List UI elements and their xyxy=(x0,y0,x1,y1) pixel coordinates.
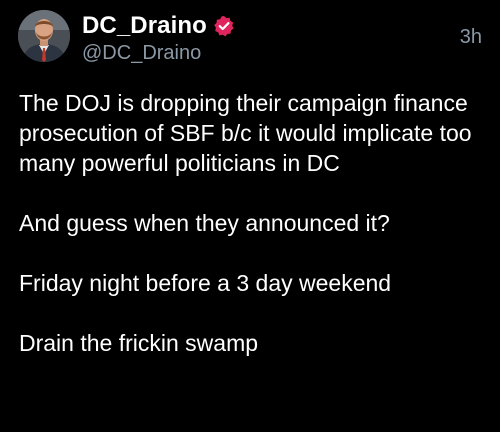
post-timestamp[interactable]: 3h xyxy=(460,26,482,49)
post-card[interactable]: DC_Draino @DC_Draino 3h The DOJ is dropp… xyxy=(0,0,500,432)
post-header: DC_Draino @DC_Draino 3h xyxy=(18,10,482,66)
post-paragraph: Drain the frickin swamp xyxy=(19,330,259,356)
post-paragraph: And guess when they announced it? xyxy=(19,210,390,236)
post-paragraph: Friday night before a 3 day weekend xyxy=(19,270,392,296)
username-handle[interactable]: @DC_Draino xyxy=(82,42,235,65)
verified-badge-icon xyxy=(213,15,235,37)
avatar-image xyxy=(18,10,70,62)
author-info: DC_Draino @DC_Draino xyxy=(82,12,235,65)
display-name[interactable]: DC_Draino xyxy=(82,12,207,40)
post-paragraph: The DOJ is dropping their campaign finan… xyxy=(19,90,472,176)
post-body: The DOJ is dropping their campaign finan… xyxy=(19,88,489,358)
display-name-row: DC_Draino xyxy=(82,12,235,40)
avatar[interactable] xyxy=(18,10,70,62)
